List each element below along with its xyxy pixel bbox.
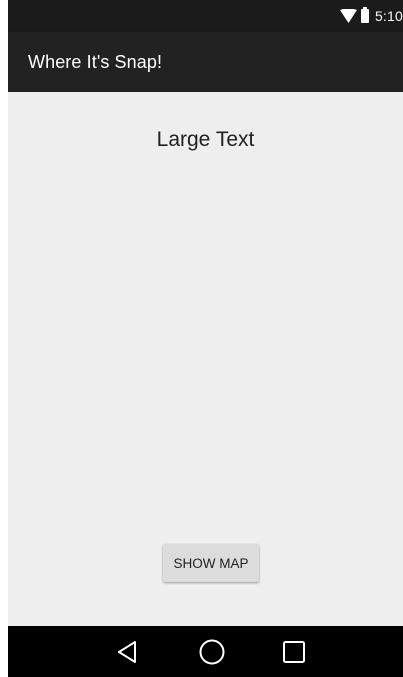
status-time: 5:10 <box>374 8 403 24</box>
recents-button[interactable] <box>276 634 312 670</box>
battery-icon <box>360 7 369 23</box>
main-content: Large Text SHOW MAP <box>8 92 403 626</box>
show-map-button[interactable]: SHOW MAP <box>163 544 259 582</box>
navigation-bar <box>8 626 403 677</box>
large-text-label: Large Text <box>156 128 255 151</box>
app-window: 5:10 Where It's Snap! Large Text SHOW MA… <box>8 0 403 677</box>
back-triangle-icon <box>118 641 136 663</box>
home-button[interactable] <box>194 634 230 670</box>
status-bar: 5:10 <box>8 0 403 32</box>
back-button[interactable] <box>109 634 145 670</box>
wifi-icon <box>339 9 357 23</box>
app-bar: Where It's Snap! <box>8 32 403 92</box>
home-circle-icon <box>199 639 225 665</box>
recents-square-icon <box>283 641 305 663</box>
status-icons: 5:10 <box>339 0 403 32</box>
device-screen: 5:10 Where It's Snap! Large Text SHOW MA… <box>0 0 403 677</box>
app-title: Where It's Snap! <box>28 51 163 72</box>
